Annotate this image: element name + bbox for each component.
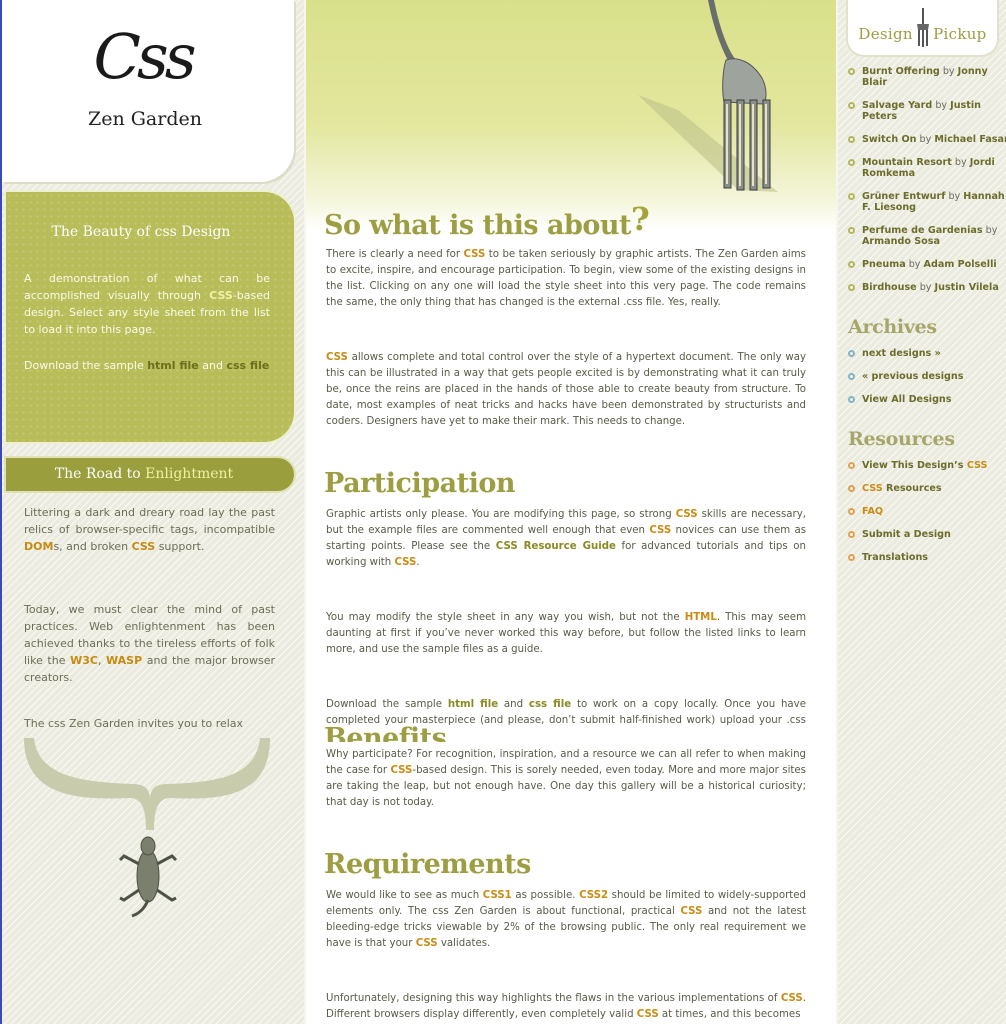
css-resources-link[interactable]: CSS Resources	[848, 483, 1006, 494]
designer-link[interactable]: Justin Vilela	[935, 282, 999, 293]
road-text-1: Littering a dark and dreary road lay the…	[24, 506, 275, 553]
faq-link[interactable]: FAQ	[848, 506, 1006, 517]
road-title: The Road to Enlightment	[54, 466, 234, 482]
design-link[interactable]: Birdhouse	[862, 282, 917, 293]
fork-illustration	[638, 0, 778, 192]
previous-designs-link[interactable]: « previous designs	[848, 371, 1006, 382]
participation-heading: Participation	[324, 468, 515, 499]
intro-panel: The Beauty of css Design A demonstration…	[6, 192, 294, 442]
about-text-2: CSS allows complete and total control ov…	[326, 352, 806, 427]
design-link[interactable]: Grüner Entwurf	[862, 191, 945, 202]
list-item[interactable]: Grüner Entwurf by Hannah F. Liesong	[848, 191, 1006, 213]
intro-title: The Beauty of css Design	[51, 224, 231, 240]
design-link[interactable]: Burnt Offering	[862, 66, 940, 77]
list-item[interactable]: Perfume de Gardenias by Armando Sosa	[848, 225, 1006, 247]
design-pickup-header: Design Pickup	[848, 0, 997, 55]
about-heading: So what is this about?	[324, 200, 650, 241]
participation-text-2: You may modify the style sheet in any wa…	[326, 612, 807, 655]
view-design-css-link[interactable]: View This Design’s CSS	[848, 460, 1006, 471]
archives-list: next designs » « previous designs View A…	[848, 348, 1006, 417]
designer-link[interactable]: Michael Fasani	[934, 134, 1006, 145]
main-html-file-link[interactable]: html file	[448, 699, 498, 710]
participation-text-1: Graphic artists only please. You are mod…	[326, 509, 807, 568]
design-list: Burnt Offering by Jonny Blair Salvage Ya…	[848, 66, 1006, 305]
road-text-2: Today, we must clear the mind of past pr…	[24, 603, 276, 684]
submit-design-link[interactable]: Submit a Design	[848, 529, 1006, 540]
logo-name: Zen Garden	[88, 108, 202, 130]
design-link[interactable]: Mountain Resort	[862, 157, 952, 168]
view-all-designs-link[interactable]: View All Designs	[848, 394, 1006, 405]
css-resource-guide-link[interactable]: CSS Resource Guide	[496, 541, 616, 552]
designer-link[interactable]: Armando Sosa	[862, 236, 940, 247]
css-file-link[interactable]: css file	[226, 359, 269, 372]
download-text: Download the sample html file and css fi…	[24, 359, 270, 372]
list-item[interactable]: Switch On by Michael Fasani	[848, 134, 1006, 145]
about-text-1: There is clearly a need for CSS to be ta…	[326, 249, 806, 308]
requirements-text-2: Unfortunately, designing this way highli…	[326, 993, 806, 1020]
site-logo[interactable]: Css Zen Garden	[2, 0, 294, 182]
benefits-heading: Benefits	[324, 723, 447, 742]
resources-list: View This Design’s CSS CSS Resources FAQ…	[848, 460, 1006, 575]
list-item[interactable]: Burnt Offering by Jonny Blair	[848, 66, 1006, 88]
design-link[interactable]: Pneuma	[862, 259, 906, 270]
main-css-file-link[interactable]: css file	[529, 699, 571, 710]
requirements-text-1: We would like to see as much CSS1 as pos…	[326, 890, 806, 949]
design-link[interactable]: Switch On	[862, 134, 917, 145]
design-link[interactable]: Perfume de Gardenias	[862, 225, 983, 236]
benefits-text: Why participate? For recognition, inspir…	[326, 749, 806, 808]
list-item[interactable]: Pneuma by Adam Polselli	[848, 259, 1006, 270]
resources-heading: Resources	[848, 428, 955, 450]
logo-mark: Css	[93, 20, 196, 93]
css-abbr: CSS	[209, 289, 233, 302]
design-pickup-title: Design Pickup	[858, 25, 987, 43]
requirements-heading: Requirements	[324, 849, 531, 880]
designer-link[interactable]: Adam Polselli	[924, 259, 997, 270]
w3c-link[interactable]: W3C	[70, 654, 98, 667]
translations-link[interactable]: Translations	[848, 552, 1006, 563]
main-content: So what is this about? There is clearly …	[306, 0, 836, 1024]
road-text-3: The css Zen Garden invites you to relax	[24, 717, 244, 730]
html-file-link[interactable]: html file	[147, 359, 199, 372]
list-item[interactable]: Mountain Resort by Jordi Romkema	[848, 157, 1006, 179]
design-link[interactable]: Salvage Yard	[862, 100, 932, 111]
road-panel-header: The Road to Enlightment	[6, 458, 294, 491]
lizard-branch-illustration	[24, 738, 270, 918]
wasp-link[interactable]: WASP	[106, 654, 142, 667]
sidebar: Design Pickup Burnt Offering by Jonny Bl…	[838, 0, 1006, 1024]
archives-heading: Archives	[848, 316, 937, 338]
left-column: Css Zen Garden The Beauty of css Design …	[2, 0, 304, 1024]
list-item[interactable]: Salvage Yard by Justin Peters	[848, 100, 1006, 122]
next-designs-link[interactable]: next designs »	[848, 348, 1006, 359]
intro-text: A demonstration of what can be accomplis…	[24, 272, 270, 336]
list-item[interactable]: Birdhouse by Justin Vilela	[848, 282, 1006, 293]
